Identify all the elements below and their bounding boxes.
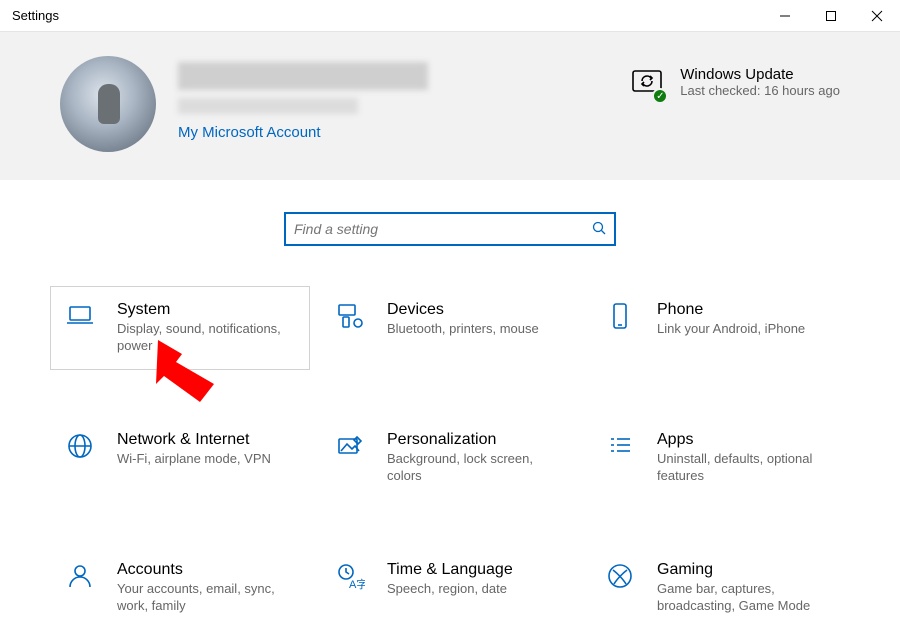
tile-title: Time & Language <box>387 561 513 579</box>
check-badge-icon: ✓ <box>652 88 668 104</box>
tile-subtitle: Game bar, captures, broadcasting, Game M… <box>657 581 835 615</box>
phone-icon <box>605 301 639 335</box>
update-subtitle: Last checked: 16 hours ago <box>680 83 840 98</box>
tile-subtitle: Your accounts, email, sync, work, family <box>117 581 295 615</box>
tile-subtitle: Link your Android, iPhone <box>657 321 805 338</box>
tile-devices[interactable]: Devices Bluetooth, printers, mouse <box>320 286 580 370</box>
tile-title: Personalization <box>387 431 565 449</box>
tile-title: Phone <box>657 301 805 319</box>
windows-update-tile[interactable]: ✓ Windows Update Last checked: 16 hours … <box>630 56 840 100</box>
search-input[interactable] <box>294 221 592 237</box>
tile-subtitle: Wi-Fi, airplane mode, VPN <box>117 451 271 468</box>
tile-time[interactable]: A字 Time & Language Speech, region, date <box>320 546 580 630</box>
user-block: My Microsoft Account <box>178 56 428 141</box>
tile-title: Accounts <box>117 561 295 579</box>
tile-subtitle: Background, lock screen, colors <box>387 451 565 485</box>
sync-icon: ✓ <box>630 66 664 100</box>
content-scroll[interactable]: My Microsoft Account ✓ Windows Update La… <box>0 32 900 634</box>
time-language-icon: A字 <box>335 561 369 595</box>
user-email-redacted <box>178 98 358 114</box>
tile-system[interactable]: System Display, sound, notifications, po… <box>50 286 310 370</box>
tile-personalization[interactable]: Personalization Background, lock screen,… <box>320 416 580 500</box>
tile-subtitle: Bluetooth, printers, mouse <box>387 321 539 338</box>
titlebar: Settings <box>0 0 900 32</box>
tile-gaming[interactable]: Gaming Game bar, captures, broadcasting,… <box>590 546 850 630</box>
tile-title: Apps <box>657 431 835 449</box>
apps-list-icon <box>605 431 639 465</box>
window-title: Settings <box>0 8 59 23</box>
tile-phone[interactable]: Phone Link your Android, iPhone <box>590 286 850 370</box>
person-icon <box>65 561 99 595</box>
update-title: Windows Update <box>680 66 840 83</box>
header: My Microsoft Account ✓ Windows Update La… <box>0 32 900 180</box>
tile-accounts[interactable]: Accounts Your accounts, email, sync, wor… <box>50 546 310 630</box>
search-icon <box>592 221 606 238</box>
tile-subtitle: Uninstall, defaults, optional features <box>657 451 835 485</box>
user-name-redacted <box>178 62 428 90</box>
tile-title: Gaming <box>657 561 835 579</box>
avatar[interactable] <box>60 56 156 152</box>
settings-grid: System Display, sound, notifications, po… <box>0 286 900 634</box>
minimize-button[interactable] <box>762 0 808 32</box>
globe-icon <box>65 431 99 465</box>
svg-text:A字: A字 <box>349 577 365 591</box>
laptop-icon <box>65 301 99 335</box>
tile-title: Devices <box>387 301 539 319</box>
tile-subtitle: Speech, region, date <box>387 581 513 598</box>
tile-subtitle: Display, sound, notifications, power <box>117 321 295 355</box>
tile-network[interactable]: Network & Internet Wi-Fi, airplane mode,… <box>50 416 310 500</box>
maximize-button[interactable] <box>808 0 854 32</box>
close-button[interactable] <box>854 0 900 32</box>
tile-title: System <box>117 301 295 319</box>
tile-title: Network & Internet <box>117 431 271 449</box>
microsoft-account-link[interactable]: My Microsoft Account <box>178 124 321 141</box>
devices-icon <box>335 301 369 335</box>
search-box[interactable] <box>284 212 616 246</box>
paint-icon <box>335 431 369 465</box>
tile-apps[interactable]: Apps Uninstall, defaults, optional featu… <box>590 416 850 500</box>
xbox-icon <box>605 561 639 595</box>
